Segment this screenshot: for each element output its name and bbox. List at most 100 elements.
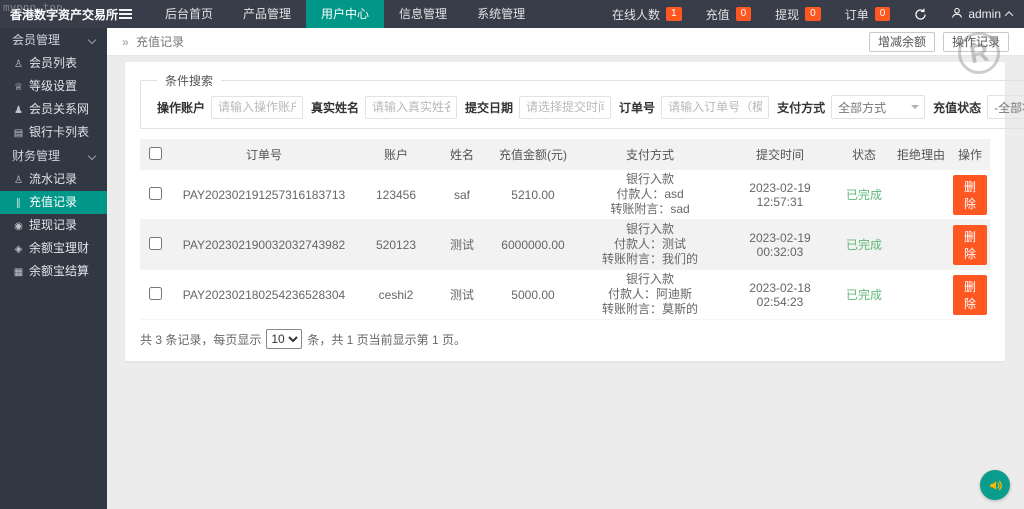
sidebar-item[interactable]: ▤银行卡列表 (0, 121, 107, 144)
users-icon: ♟ (12, 99, 25, 122)
search-select[interactable]: 全部方式 (831, 95, 925, 119)
topbar-stat[interactable]: 充值 0 (694, 6, 764, 23)
amount-cell: 6000000.00 (490, 220, 576, 270)
row-checkbox[interactable] (149, 287, 162, 300)
select-all-checkbox[interactable] (149, 147, 162, 160)
floating-announce-button[interactable] (980, 470, 1010, 500)
search-field-label: 充值状态 (933, 99, 981, 116)
order-number-cell: PAY202302180254236528304 (170, 270, 358, 320)
menu-toggle-icon[interactable] (107, 0, 144, 28)
account-cell: 520123 (358, 220, 434, 270)
sidebar-item-label: 充值记录 (29, 195, 77, 209)
time-cell: 2023-02-19 12:57:31 (724, 170, 836, 220)
account-cell: 123456 (358, 170, 434, 220)
amount-cell: 5210.00 (490, 170, 576, 220)
recharge-icon: ∥ (12, 192, 25, 215)
user-icon: ♙ (12, 53, 25, 76)
stat-badge: 1 (666, 7, 682, 21)
breadcrumb-symbol: » (122, 35, 129, 49)
topbar-stat[interactable]: 在线人数1 (600, 6, 694, 23)
nav-item-2[interactable]: 产品管理 (228, 0, 306, 28)
search-input[interactable] (365, 96, 457, 119)
delete-button[interactable]: 删除 (953, 225, 987, 265)
sidebar-item[interactable]: ♙流水记录 (0, 168, 107, 191)
row-select-cell (140, 270, 170, 320)
sidebar-item-label: 余额宝理财 (29, 241, 89, 255)
search-input[interactable] (519, 96, 611, 119)
username: admin (968, 7, 1001, 21)
search-legend: 条件搜索 (157, 72, 221, 89)
stat-label: 充值 (706, 6, 730, 23)
search-field-label: 订单号 (619, 99, 655, 116)
select-value: -全部状态- (994, 99, 1024, 116)
column-header: 姓名 (434, 139, 490, 170)
sidebar-item[interactable]: ♕等级设置 (0, 75, 107, 98)
nav-item-4[interactable]: 信息管理 (384, 0, 462, 28)
header-actions: 增减余额操作记录 (869, 32, 1009, 52)
chevron-down-icon (88, 36, 96, 44)
sidebar-item[interactable]: ♙ 会员列表 (0, 52, 107, 75)
search-input[interactable] (661, 96, 769, 119)
row-checkbox[interactable] (149, 187, 162, 200)
nav-item-5[interactable]: 系统管理 (462, 0, 540, 28)
sidebar-item[interactable]: ▦余额宝结算 (0, 260, 107, 283)
speaker-icon (988, 478, 1003, 493)
payment-memo: 转账附言：sad (579, 202, 721, 217)
sidebar-item-label: 会员列表 (29, 56, 77, 70)
delete-button[interactable]: 删除 (953, 275, 987, 315)
action-cell: 删除 (950, 220, 990, 270)
name-cell: 测试 (434, 220, 490, 270)
page-title: 充值记录 (136, 35, 184, 49)
topbar-stat[interactable]: 订单0 (833, 6, 903, 23)
header-action-button[interactable]: 操作记录 (943, 32, 1009, 52)
flow-icon: ♙ (12, 169, 25, 192)
sidebar-section-title[interactable]: 会员管理 (0, 28, 107, 52)
sidebar-section-title[interactable]: 财务管理 (0, 144, 107, 168)
nav-item-3[interactable]: 用户中心 (306, 0, 384, 28)
sidebar-item-label: 提现记录 (29, 218, 77, 232)
stat-label: 订单 (845, 6, 869, 23)
search-select[interactable]: -全部状态- (987, 95, 1024, 119)
status-cell: 已完成 (836, 270, 892, 320)
records-table: 订单号账户姓名充值金额(元)支付方式提交时间状态拒绝理由操作 PAY202302… (140, 139, 990, 320)
stat-badge: 0 (736, 7, 752, 21)
search-input[interactable] (211, 96, 303, 119)
sidebar-item[interactable]: ∥ 充值记录 (0, 191, 107, 214)
stat-label: 提现 (775, 6, 799, 23)
nav-item-1[interactable]: 后台首页 (150, 0, 228, 28)
delete-button[interactable]: 删除 (953, 175, 987, 215)
admin-menu[interactable]: admin (939, 7, 1024, 22)
sidebar-item[interactable]: ♟会员关系网 (0, 98, 107, 121)
payment-type: 银行入款 (579, 222, 721, 237)
payment-payer: 付款人：asd (579, 187, 721, 202)
refresh-icon[interactable] (902, 8, 939, 21)
payment-payer: 付款人：测试 (579, 237, 721, 252)
topbar-right: 在线人数1 充值 0 提现 0 订单0 admin (600, 0, 1024, 28)
row-select-cell (140, 220, 170, 270)
topbar-stat[interactable]: 提现 0 (763, 6, 833, 23)
pagination-suffix: 条，共 1 页当前显示第 1 页。 (307, 331, 466, 348)
column-header: 拒绝理由 (892, 139, 950, 170)
search-form: 操作账户真实姓名提交日期订单号支付方式全部方式充值状态-全部状态-搜索 (149, 95, 1024, 119)
user-icon (951, 7, 963, 22)
top-nav: 后台首页产品管理用户中心信息管理系统管理 (150, 0, 540, 28)
search-field-label: 提交日期 (465, 99, 513, 116)
main-content: » 充值记录 增减余额操作记录 R 条件搜索 操作账户真实姓名提交日期订单号支付… (107, 28, 1024, 509)
sidebar-item-label: 银行卡列表 (29, 125, 89, 139)
sidebar-item[interactable]: ◉提现记录 (0, 214, 107, 237)
row-checkbox[interactable] (149, 237, 162, 250)
breadcrumb-bar: » 充值记录 增减余额操作记录 (107, 28, 1024, 56)
payment-cell: 银行入款付款人：阿迪斯转账附言：莫斯的 (576, 270, 724, 320)
per-page-select[interactable]: 10 (266, 329, 302, 349)
stat-badge: 0 (805, 7, 821, 21)
header-action-button[interactable]: 增减余额 (869, 32, 935, 52)
reject-reason-cell (892, 220, 950, 270)
row-select-cell (140, 170, 170, 220)
sidebar-item[interactable]: ◈余额宝理财 (0, 237, 107, 260)
topbar-stats: 在线人数1 充值 0 提现 0 订单0 (600, 6, 902, 23)
payment-cell: 银行入款付款人：asd转账附言：sad (576, 170, 724, 220)
pagination: 共 3 条记录，每页显示 10 条，共 1 页当前显示第 1 页。 (140, 329, 990, 349)
select-all-header (140, 139, 170, 170)
settle-icon: ▦ (12, 261, 25, 284)
action-cell: 删除 (950, 270, 990, 320)
